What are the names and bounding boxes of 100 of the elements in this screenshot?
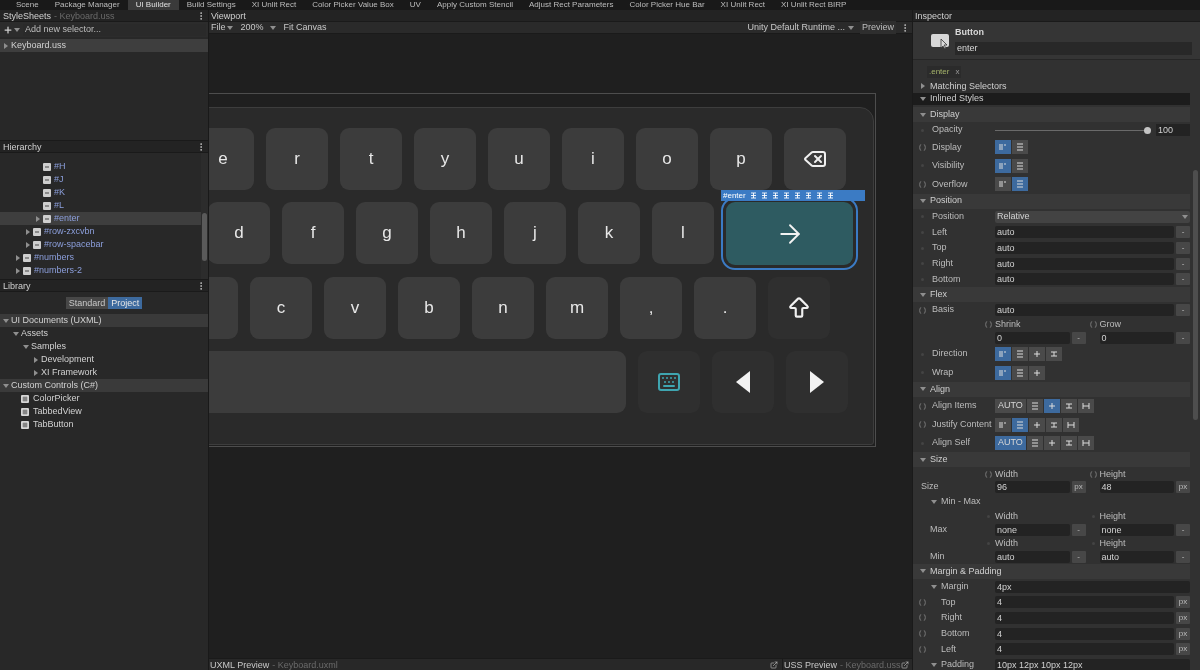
editor-tab[interactable]: Color Picker Hue Bar [621, 0, 713, 10]
file-menu[interactable]: File [211, 20, 233, 35]
external-link-icon[interactable] [770, 660, 778, 669]
letter-key[interactable]: y [414, 128, 476, 190]
caret-down-icon[interactable] [269, 24, 276, 31]
hierarchy-item[interactable]: #J [0, 173, 201, 186]
caret-right-icon[interactable] [25, 241, 31, 248]
hierarchy-item[interactable]: #enter [0, 212, 201, 225]
auto-option[interactable]: AUTO [995, 399, 1026, 414]
library-item[interactable]: ColorPicker [0, 392, 208, 405]
letter-key[interactable]: j [504, 202, 566, 264]
style-option[interactable] [1012, 417, 1028, 432]
caret-right-icon[interactable] [33, 356, 39, 363]
value-field[interactable]: 100 [1156, 124, 1190, 136]
element-name-field[interactable]: enter [955, 41, 1192, 55]
caret-down-icon[interactable] [848, 24, 854, 31]
style-option[interactable] [1026, 399, 1043, 414]
style-option[interactable] [1046, 347, 1062, 362]
caret-down-icon[interactable] [3, 317, 9, 324]
unit-dropdown[interactable]: - [1176, 304, 1190, 317]
value-field[interactable]: auto [995, 226, 1174, 239]
caret-right-icon[interactable] [15, 254, 21, 261]
style-option[interactable] [1077, 436, 1094, 451]
letter-key[interactable]: d [209, 202, 270, 264]
value-field[interactable]: auto [995, 257, 1174, 270]
section-header[interactable]: Display [913, 107, 1190, 122]
letter-key[interactable]: f [282, 202, 344, 264]
caret-down-icon[interactable] [920, 568, 926, 575]
caret-down-icon[interactable] [14, 26, 20, 33]
letter-key[interactable]: e [209, 128, 254, 190]
value-field[interactable]: auto [995, 242, 1174, 255]
section-header[interactable]: Align [913, 381, 1190, 397]
letter-key[interactable]: t [340, 128, 402, 190]
letter-key[interactable]: g [356, 202, 418, 264]
letter-key[interactable]: o [636, 128, 698, 190]
value-field[interactable]: auto [995, 550, 1070, 563]
scrollbar-thumb[interactable] [1192, 170, 1198, 420]
editor-tab[interactable]: Build Settings [178, 0, 244, 10]
letter-key[interactable]: r [266, 128, 328, 190]
unit-dropdown[interactable]: px [1176, 596, 1190, 609]
letter-key[interactable]: v [324, 277, 386, 339]
library-item[interactable]: XI Framework [0, 366, 208, 379]
editor-tab[interactable]: Scene [8, 0, 47, 10]
letter-key[interactable]: k [578, 202, 640, 264]
value-field[interactable]: 4 [995, 643, 1174, 656]
value-field[interactable]: 96 [995, 481, 1070, 494]
layout-tool-icon[interactable] [760, 192, 768, 199]
caret-right-icon[interactable] [33, 369, 39, 376]
style-option[interactable] [1029, 365, 1045, 380]
caret-down-icon[interactable] [23, 343, 29, 350]
remove-selector-button[interactable]: x [955, 66, 960, 78]
caret-right-icon[interactable] [920, 83, 926, 90]
style-option[interactable] [1012, 365, 1028, 380]
foldout-header[interactable]: Matching Selectors [913, 80, 1190, 93]
style-option[interactable] [1026, 436, 1043, 451]
unit-dropdown[interactable]: - [1176, 523, 1190, 536]
style-option[interactable] [1012, 177, 1028, 192]
unit-dropdown[interactable]: px [1176, 643, 1190, 656]
unit-dropdown[interactable]: px [1071, 481, 1086, 494]
style-option[interactable] [1063, 417, 1079, 432]
hierarchy-item[interactable]: #K [0, 186, 201, 199]
style-option[interactable] [995, 347, 1011, 362]
unit-dropdown[interactable]: px [1176, 627, 1190, 640]
library-item[interactable]: Keyboard.uss [0, 39, 208, 52]
unit-dropdown[interactable]: - [1176, 331, 1190, 344]
auto-option[interactable]: AUTO [995, 436, 1026, 451]
scrollbar-thumb[interactable] [202, 213, 207, 261]
letter-key[interactable]: i [562, 128, 624, 190]
caret-down-icon[interactable] [13, 330, 19, 337]
layout-tool-icon[interactable] [804, 192, 812, 199]
style-option[interactable] [995, 158, 1011, 173]
backspace-key[interactable] [784, 128, 846, 190]
letter-key[interactable]: u [488, 128, 550, 190]
caret-down-icon[interactable] [1182, 213, 1188, 220]
unit-dropdown[interactable]: - [1176, 242, 1190, 255]
value-field[interactable]: none [995, 523, 1070, 536]
layout-tool-icon[interactable] [782, 192, 790, 199]
letter-key[interactable]: h [430, 202, 492, 264]
layout-tool-icon[interactable] [749, 192, 757, 199]
slider-thumb[interactable] [1144, 126, 1151, 134]
library-tab[interactable]: Project [108, 297, 143, 309]
right-arrow-key[interactable] [786, 351, 848, 413]
editor-tab[interactable]: Adjust Rect Parameters [520, 0, 622, 10]
caret-right-icon[interactable] [25, 228, 31, 235]
value-field[interactable]: 4px [995, 580, 1190, 593]
letter-key[interactable]: n [472, 277, 534, 339]
library-item[interactable]: Samples [0, 340, 208, 353]
style-option[interactable] [1012, 347, 1028, 362]
style-option[interactable] [1043, 436, 1060, 451]
caret-down-icon[interactable] [3, 382, 9, 389]
layout-tool-icon[interactable] [826, 192, 834, 199]
style-option[interactable] [1046, 417, 1062, 432]
layout-tool-icon[interactable] [815, 192, 823, 199]
editor-tab[interactable]: XI Unlit Rect [243, 0, 305, 10]
value-field[interactable]: 10px 12px 10px 12px [995, 658, 1190, 670]
letter-key[interactable]: p [710, 128, 772, 190]
style-option[interactable] [995, 365, 1011, 380]
unit-dropdown[interactable]: - [1176, 226, 1190, 239]
style-option[interactable] [1029, 417, 1045, 432]
caret-down-icon[interactable] [920, 456, 926, 463]
